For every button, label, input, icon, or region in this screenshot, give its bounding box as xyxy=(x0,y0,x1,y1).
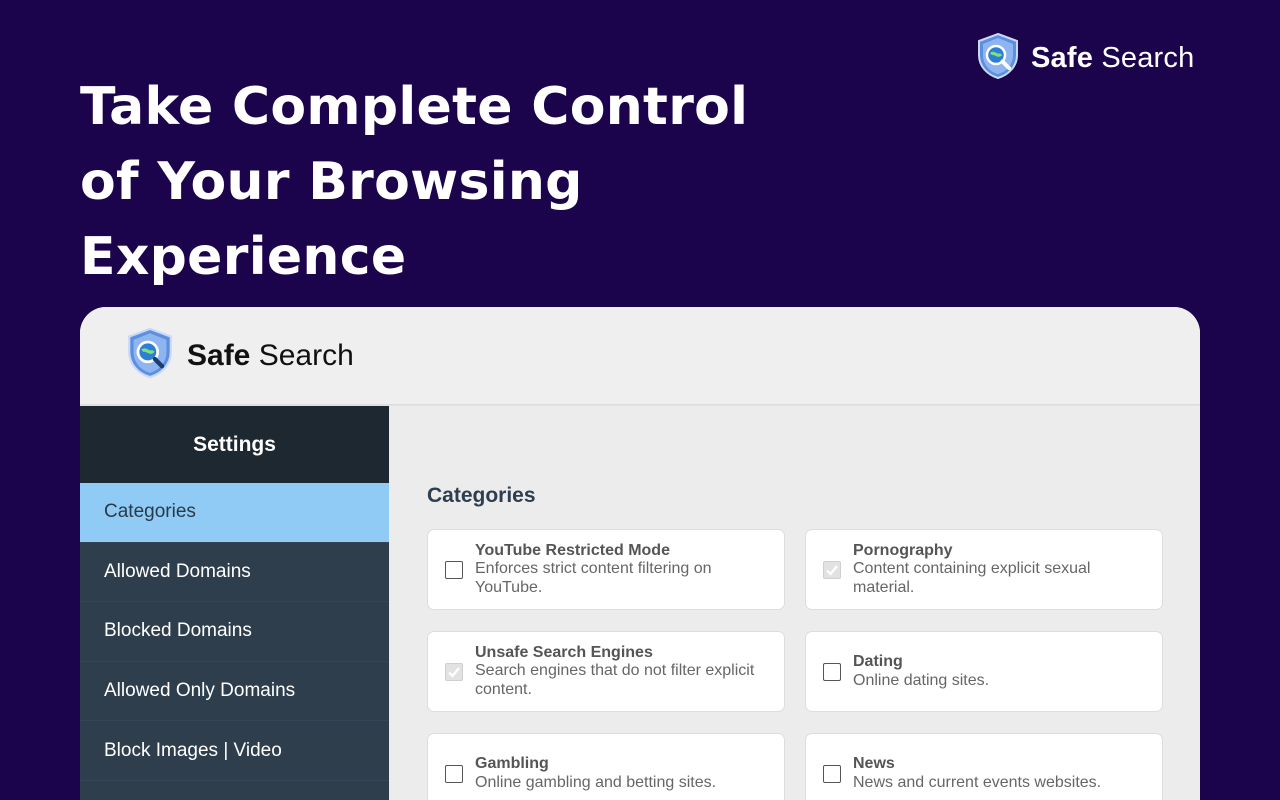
category-title: Pornography xyxy=(853,541,953,559)
headline-line: of Your Browsing xyxy=(80,152,583,212)
promo-brand: Safe Search xyxy=(977,32,1195,84)
category-desc: content. xyxy=(475,680,532,698)
category-desc: Online gambling and betting sites. xyxy=(475,773,717,791)
app-brand-name: Safe Search xyxy=(187,338,354,372)
category-card-youtube-restricted-mode[interactable]: YouTube Restricted Mode Enforces strict … xyxy=(427,529,785,610)
safe-search-logo-icon xyxy=(977,32,1019,84)
sidebar-item-allowed-only-domains[interactable]: Allowed Only Domains xyxy=(80,662,389,722)
gambling-checkbox[interactable] xyxy=(445,764,463,783)
category-title: News xyxy=(853,755,895,772)
category-desc: Enforces strict content filtering on xyxy=(475,560,712,578)
sidebar-title: Settings xyxy=(80,406,389,483)
news-checkbox[interactable] xyxy=(823,764,841,783)
category-desc: material. xyxy=(853,578,915,596)
card-text: Unsafe Search Engines Search engines tha… xyxy=(475,644,754,700)
headline-line: Take Complete Control xyxy=(80,77,749,137)
category-desc: Online dating sites. xyxy=(853,671,990,689)
dating-checkbox[interactable] xyxy=(823,662,841,681)
category-desc: Content containing explicit sexual xyxy=(853,560,1091,578)
youtube-restricted-mode-checkbox[interactable] xyxy=(445,560,463,579)
category-title: YouTube Restricted Mode xyxy=(475,541,670,559)
promo-headline: Take Complete Control of Your Browsing E… xyxy=(80,70,760,295)
headline-line: Experience xyxy=(80,227,407,287)
category-card-dating[interactable]: Dating Online dating sites. xyxy=(805,631,1163,712)
category-title: Gambling xyxy=(475,755,549,772)
check-icon xyxy=(448,666,460,678)
sidebar-item-blocked-domains[interactable]: Blocked Domains xyxy=(80,602,389,662)
unsafe-search-engines-checkbox[interactable] xyxy=(445,662,463,681)
app-window: Safe Search Settings Categories Allowed … xyxy=(80,307,1200,800)
category-card-gambling[interactable]: Gambling Online gambling and betting sit… xyxy=(427,733,785,800)
category-desc: News and current events websites. xyxy=(853,773,1102,791)
category-title: Unsafe Search Engines xyxy=(475,643,653,661)
app-header: Safe Search xyxy=(80,307,1200,405)
section-title: Categories xyxy=(427,484,536,507)
safe-search-logo-icon xyxy=(127,327,173,384)
card-text: YouTube Restricted Mode Enforces strict … xyxy=(475,542,712,598)
card-text: News News and current events websites. xyxy=(853,755,1101,792)
sidebar-item-categories[interactable]: Categories xyxy=(80,483,389,543)
category-desc: Search engines that do not filter explic… xyxy=(475,662,755,680)
category-card-news[interactable]: News News and current events websites. xyxy=(805,733,1163,800)
category-card-unsafe-search-engines[interactable]: Unsafe Search Engines Search engines tha… xyxy=(427,631,785,712)
category-desc: YouTube. xyxy=(475,578,543,596)
card-text: Dating Online dating sites. xyxy=(853,653,989,690)
sidebar-item-allowed-domains[interactable]: Allowed Domains xyxy=(80,543,389,603)
category-title: Dating xyxy=(853,653,903,670)
sidebar: Settings Categories Allowed Domains Bloc… xyxy=(80,406,389,800)
category-card-pornography[interactable]: Pornography Content containing explicit … xyxy=(805,529,1163,610)
card-text: Gambling Online gambling and betting sit… xyxy=(475,755,716,792)
pornography-checkbox[interactable] xyxy=(823,560,841,579)
sidebar-item-block-images-video[interactable]: Block Images | Video xyxy=(80,721,389,781)
card-text: Pornography Content containing explicit … xyxy=(853,542,1090,598)
categories-panel: Categories YouTube Restricted Mode Enfor… xyxy=(389,406,1200,800)
promo-brand-name: Safe Search xyxy=(1031,42,1195,74)
check-icon xyxy=(826,564,838,576)
